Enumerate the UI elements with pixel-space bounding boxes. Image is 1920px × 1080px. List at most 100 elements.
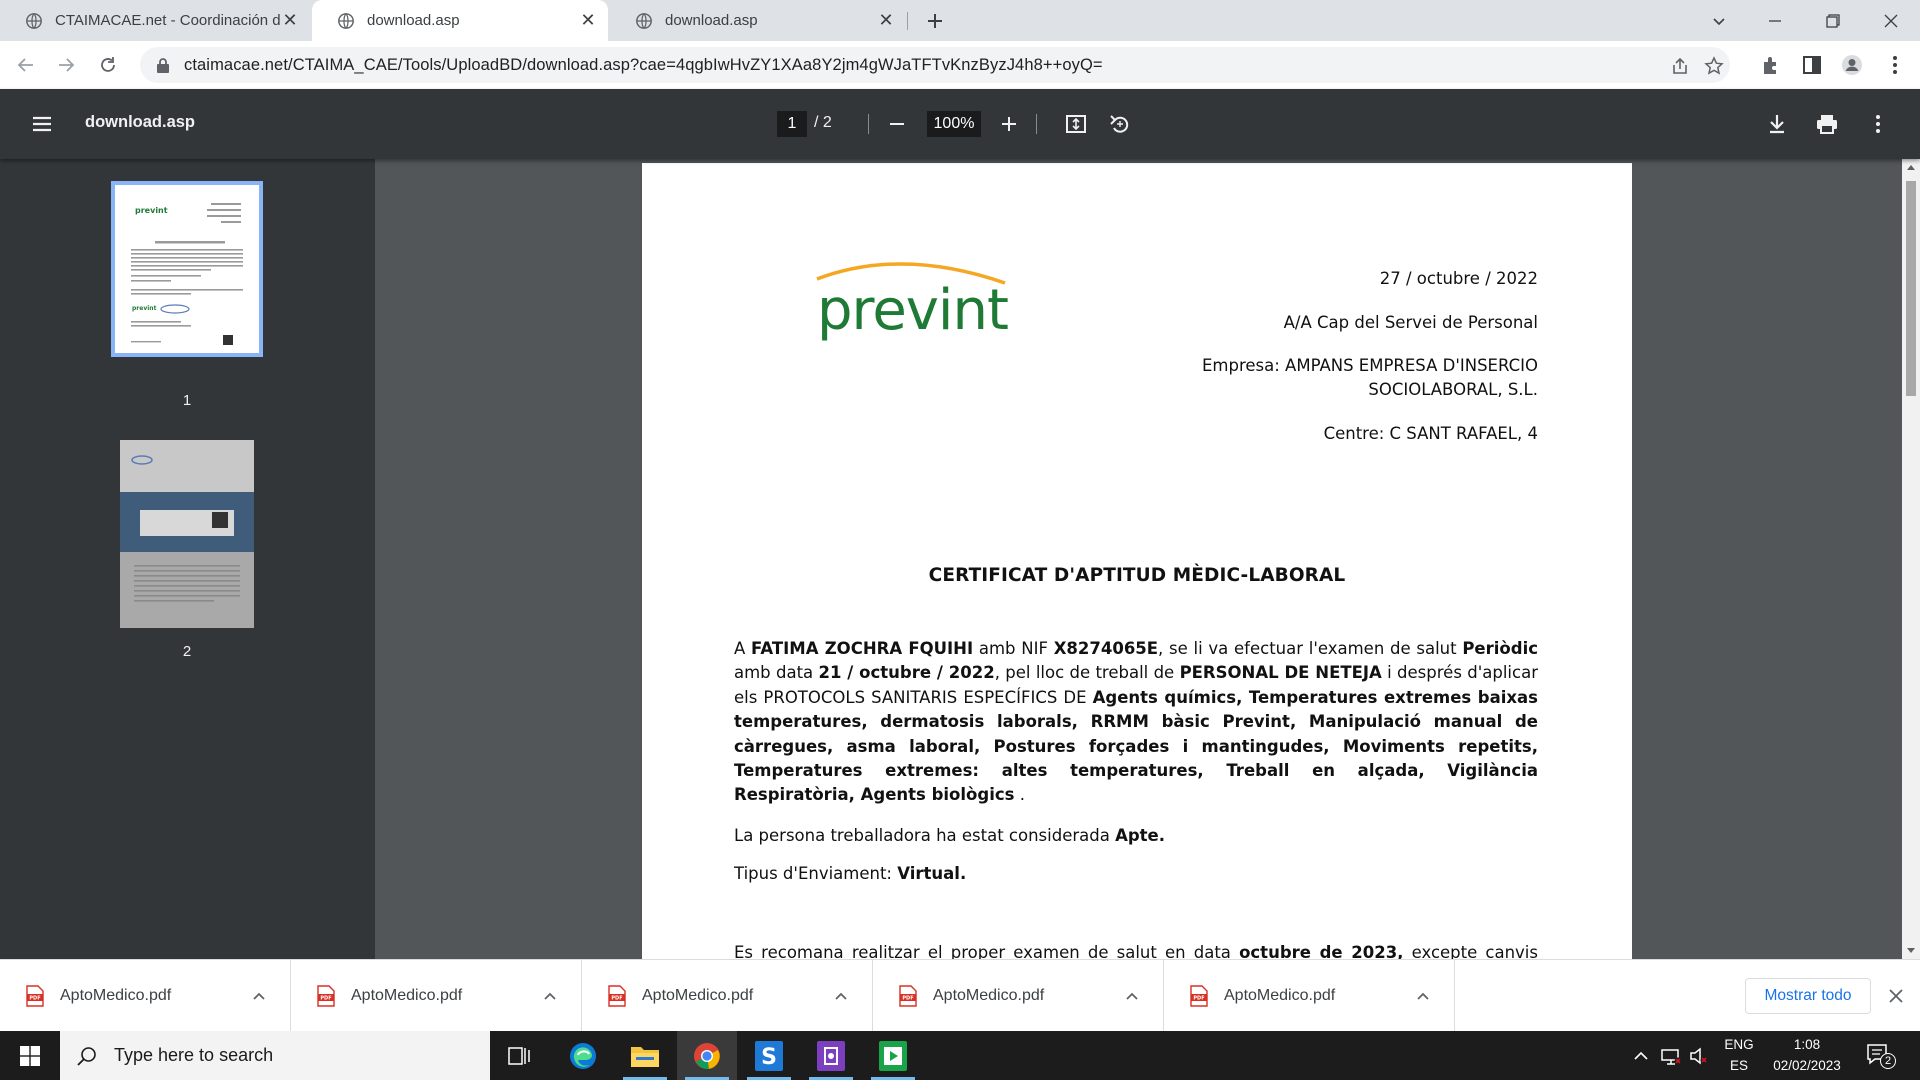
input-language-bottom[interactable]: ES — [1722, 1058, 1756, 1073]
side-panel-icon[interactable] — [1801, 54, 1823, 76]
scroll-up-icon[interactable] — [1906, 163, 1916, 171]
profile-avatar-icon[interactable] — [1841, 54, 1863, 76]
back-button[interactable] — [10, 49, 42, 81]
taskbar-app-s[interactable]: S — [739, 1031, 799, 1080]
thumbnail-logo-small: prevint — [132, 305, 157, 312]
tab-search-button[interactable] — [1706, 0, 1732, 41]
page-number-input[interactable]: 1 — [777, 111, 807, 137]
network-icon[interactable] — [1660, 1045, 1682, 1067]
pdf-file-icon: PDF — [608, 985, 626, 1007]
reload-icon — [101, 57, 115, 72]
thumbnail-page-1[interactable]: prevint prevint — [111, 181, 263, 357]
download-item[interactable]: PDF AptoMedico.pdf — [582, 960, 873, 1032]
restore-button[interactable] — [1810, 0, 1856, 41]
share-icon[interactable] — [1670, 56, 1690, 76]
url-text[interactable]: ctaimacae.net/CTAIMA_CAE/Tools/UploadBD/… — [184, 56, 1103, 75]
taskbar-file-explorer[interactable] — [615, 1031, 675, 1080]
new-tab-button[interactable] — [918, 0, 952, 41]
lock-icon[interactable] — [156, 57, 170, 73]
taskbar-search-box[interactable]: Type here to search — [60, 1031, 490, 1080]
svg-text:S: S — [761, 1045, 777, 1070]
body-text: La persona treballadora ha estat conside… — [734, 825, 1116, 845]
tab-download-2[interactable]: download.asp ✕ — [610, 0, 906, 41]
windows-logo-icon — [20, 1045, 40, 1066]
zoom-out-icon[interactable] — [885, 112, 909, 136]
chevron-up-icon[interactable] — [1630, 1045, 1652, 1067]
body-text: Tipus d'Enviament: — [734, 864, 898, 884]
menu-icon[interactable] — [30, 112, 54, 136]
chevron-up-icon[interactable] — [1121, 985, 1143, 1007]
taskbar-chrome[interactable] — [677, 1031, 737, 1080]
more-vertical-icon[interactable] — [1884, 54, 1906, 76]
chevron-up-icon[interactable] — [830, 985, 852, 1007]
download-icon[interactable] — [1765, 112, 1789, 136]
body-text: amb NIF — [973, 639, 1054, 658]
thumbnail-label: 1 — [182, 392, 192, 409]
close-window-button[interactable] — [1868, 0, 1914, 41]
prevint-logo: prevint — [816, 262, 1009, 343]
tab-ctaimacae[interactable]: CTAIMACAE.net - Coordinación de Activida… — [0, 0, 310, 41]
chrome-icon — [694, 1042, 720, 1069]
arrow-right-icon — [59, 58, 75, 72]
zoom-in-icon[interactable] — [997, 112, 1021, 136]
thumbnail-page-2[interactable] — [120, 440, 254, 628]
download-filename: AptoMedico.pdf — [60, 987, 172, 1004]
start-button[interactable] — [0, 1031, 60, 1080]
zoom-level-input[interactable]: 100% — [927, 111, 981, 137]
print-icon[interactable] — [1815, 112, 1839, 136]
notification-center-button[interactable]: 2 — [1866, 1043, 1900, 1069]
delivery-paragraph: Tipus d'Enviament: Virtual. — [734, 862, 1538, 886]
download-shelf: PDF AptoMedico.pdf PDF AptoMedico.pdf PD… — [0, 959, 1920, 1032]
clock-date[interactable]: 02/02/2023 — [1762, 1058, 1852, 1073]
rotate-icon[interactable] — [1108, 112, 1132, 136]
tab-title: download.asp — [367, 12, 460, 29]
arrow-left-icon — [17, 58, 33, 72]
tab-close-icon[interactable]: ✕ — [578, 10, 598, 31]
chevron-up-icon[interactable] — [248, 985, 270, 1007]
show-all-downloads-button[interactable]: Mostrar todo — [1745, 978, 1871, 1014]
tab-close-icon[interactable]: ✕ — [280, 10, 300, 31]
close-icon[interactable] — [1885, 985, 1907, 1007]
input-language-top[interactable]: ENG — [1722, 1037, 1756, 1052]
reload-button[interactable] — [92, 49, 124, 81]
svg-text:PDF: PDF — [902, 996, 913, 1002]
globe-icon — [338, 12, 354, 29]
minimize-icon — [1769, 19, 1781, 22]
page-total: / 2 — [814, 114, 832, 131]
extensions-icon[interactable] — [1760, 54, 1782, 76]
chevron-up-icon[interactable] — [1412, 985, 1434, 1007]
address-bar[interactable]: ctaimacae.net/CTAIMA_CAE/Tools/UploadBD/… — [140, 47, 1730, 83]
taskbar-app-purple[interactable] — [801, 1031, 861, 1080]
document-attention: A/A Cap del Servei de Personal — [1283, 313, 1538, 332]
tab-close-icon[interactable]: ✕ — [876, 10, 896, 31]
taskbar-edge[interactable] — [553, 1031, 613, 1080]
clock-time[interactable]: 1:08 — [1762, 1037, 1852, 1052]
scroll-down-icon[interactable] — [1906, 947, 1916, 955]
forward-button[interactable] — [50, 49, 82, 81]
svg-text:PDF: PDF — [611, 996, 622, 1002]
taskbar-app-green[interactable] — [863, 1031, 923, 1080]
pdf-document-area[interactable]: prevint 27 / octubre / 2022 A/A Cap del … — [375, 159, 1920, 959]
vertical-scrollbar[interactable] — [1902, 159, 1920, 959]
download-filename: AptoMedico.pdf — [933, 987, 1045, 1004]
pdf-title: download.asp — [85, 113, 196, 131]
s-app-icon: S — [755, 1040, 783, 1071]
thumbnail-page-1-preview: prevint prevint — [131, 203, 243, 345]
star-icon[interactable] — [1704, 56, 1724, 76]
folder-icon — [631, 1046, 659, 1067]
chevron-up-icon[interactable] — [539, 985, 561, 1007]
download-item[interactable]: PDF AptoMedico.pdf — [1164, 960, 1455, 1032]
download-item[interactable]: PDF AptoMedico.pdf — [291, 960, 582, 1032]
task-view-button[interactable] — [490, 1031, 550, 1080]
scrollbar-thumb[interactable] — [1906, 181, 1916, 396]
tab-download-active[interactable]: download.asp ✕ — [312, 0, 608, 41]
thumbnail-sidebar: prevint prevint 1 2 — [0, 159, 375, 959]
minimize-button[interactable] — [1752, 0, 1798, 41]
download-item[interactable]: PDF AptoMedico.pdf — [0, 960, 291, 1032]
fit-page-icon[interactable] — [1064, 112, 1088, 136]
volume-muted-icon[interactable] — [1688, 1045, 1710, 1067]
certificate-paragraph: A FATIMA ZOCHRA FQUIHI amb NIF X8274065E… — [734, 637, 1538, 808]
download-item[interactable]: PDF AptoMedico.pdf — [873, 960, 1164, 1032]
globe-icon — [636, 12, 652, 29]
more-vertical-icon[interactable] — [1866, 112, 1890, 136]
